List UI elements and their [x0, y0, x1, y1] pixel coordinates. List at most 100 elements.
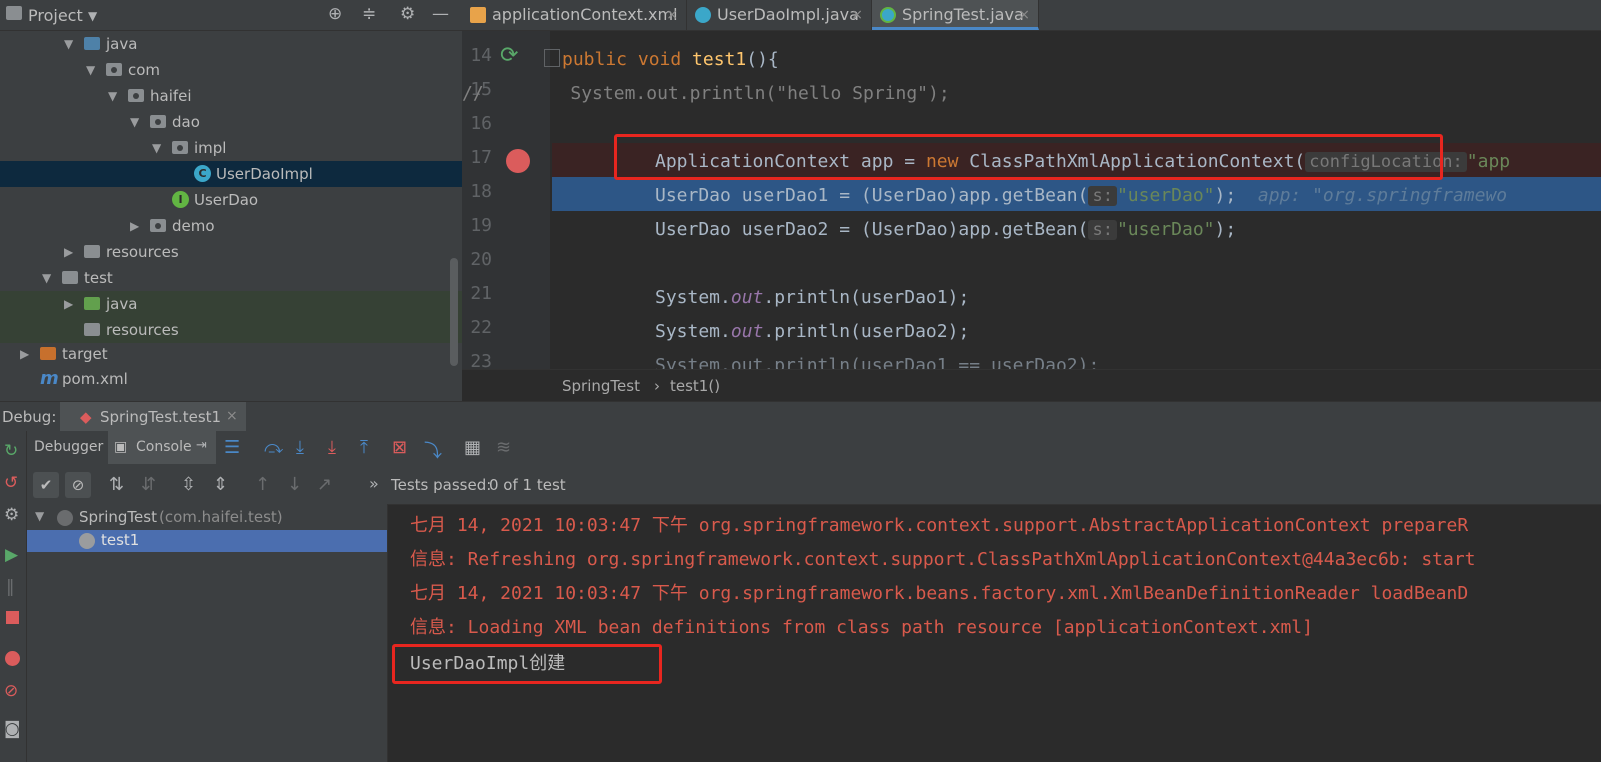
- tree-item-label: demo: [172, 217, 215, 235]
- step-over-icon[interactable]: ⤼: [264, 437, 283, 458]
- expand-arrow-icon[interactable]: ▼: [152, 135, 161, 161]
- debug-actions-strip: ↻ ↺ ⚙ ▶ ‖ ⊘ ◙: [0, 431, 27, 762]
- expand-arrow-icon[interactable]: ▼: [42, 265, 51, 291]
- code-editor[interactable]: 14 15 16 17 18 19 20 21 22 23 ⟳ public v…: [462, 31, 1601, 369]
- expand-arrow-icon[interactable]: ▶: [20, 341, 29, 367]
- minimize-icon[interactable]: —: [432, 4, 449, 24]
- run-to-cursor-icon[interactable]: ⤵: [424, 437, 442, 463]
- resume-icon[interactable]: ▶: [5, 545, 18, 565]
- stop-icon[interactable]: [6, 611, 19, 624]
- line-number: 22: [470, 317, 492, 338]
- expand-arrow-icon[interactable]: ▼: [108, 83, 117, 109]
- folder-gray-icon: [62, 271, 78, 284]
- package-icon: [128, 89, 144, 102]
- test-row-test1[interactable]: test1: [27, 530, 387, 552]
- tree-item-haifei[interactable]: ▼ haifei: [0, 83, 462, 109]
- chevron-down-icon[interactable]: ▼: [88, 9, 97, 23]
- close-icon[interactable]: ×: [666, 0, 678, 30]
- tree-item-test-java[interactable]: ▶ java: [0, 291, 462, 317]
- editor-tab-bar: applicationContext.xml × UserDaoImpl.jav…: [462, 0, 1601, 31]
- tree-item-label: impl: [194, 139, 227, 157]
- test-suite-row[interactable]: ▼ SpringTest (com.haifei.test): [27, 506, 387, 530]
- code-line-19: UserDao userDao2 = (UserDao)app.getBean(…: [655, 219, 1237, 240]
- tab-springtest-java[interactable]: SpringTest.java ×: [872, 0, 1039, 30]
- console-output[interactable]: 七月 14, 2021 10:03:47 下午 org.springframew…: [388, 505, 1601, 762]
- expand-arrow-icon[interactable]: ▼: [130, 109, 139, 135]
- tree-item-userdaoimpl[interactable]: C UserDaoImpl: [0, 161, 462, 187]
- tree-item-demo[interactable]: ▶ demo: [0, 213, 462, 239]
- force-step-into-icon[interactable]: ⤓: [328, 437, 336, 458]
- project-title[interactable]: Project: [28, 6, 83, 25]
- tab-debugger[interactable]: Debugger: [34, 439, 103, 455]
- tree-item-dao[interactable]: ▼ dao: [0, 109, 462, 135]
- tab-userdaoimpl-java[interactable]: UserDaoImpl.java ×: [687, 0, 872, 30]
- show-passed-icon[interactable]: ✔: [33, 472, 59, 498]
- project-icon: [6, 6, 22, 20]
- collapse-all-icon[interactable]: ⇕: [213, 474, 228, 495]
- tree-item-pom[interactable]: m pom.xml: [0, 366, 462, 392]
- step-into-icon[interactable]: ⤓: [296, 437, 304, 458]
- expand-arrow-icon[interactable]: ▶: [130, 213, 139, 239]
- breadcrumb-method[interactable]: test1(): [670, 377, 720, 395]
- close-icon[interactable]: ×: [1018, 0, 1030, 30]
- pause-icon[interactable]: ‖: [6, 577, 15, 597]
- tree-item-userdao[interactable]: I UserDao: [0, 187, 462, 213]
- fold-marker-icon[interactable]: [544, 49, 560, 67]
- tree-item-test-resources[interactable]: resources: [0, 317, 462, 343]
- more-chevron[interactable]: »: [369, 474, 379, 493]
- tree-item-resources[interactable]: ▶ resources: [0, 239, 462, 265]
- line-number: 23: [470, 351, 492, 369]
- camera-icon[interactable]: ◙: [4, 719, 21, 739]
- close-icon[interactable]: ×: [226, 408, 238, 424]
- rerun-failed-icon[interactable]: ↺: [4, 473, 18, 493]
- expand-arrow-icon[interactable]: ▶: [64, 291, 73, 317]
- trace-icon[interactable]: ≋: [496, 437, 511, 458]
- prev-failed-icon[interactable]: ↑: [255, 474, 270, 495]
- chevron-down-icon[interactable]: ▼: [35, 509, 44, 523]
- line-number: 20: [470, 249, 492, 270]
- sort-duration-icon[interactable]: ⇵: [141, 474, 156, 495]
- expand-arrow-icon[interactable]: ▶: [64, 239, 73, 265]
- rerun-icon[interactable]: ↻: [4, 441, 18, 461]
- tree-item-java[interactable]: ▼ java: [0, 31, 462, 57]
- step-out-icon[interactable]: ⤒: [360, 437, 368, 458]
- tab-label: applicationContext.xml: [492, 5, 678, 24]
- tree-item-label: UserDao: [194, 191, 259, 209]
- breadcrumb-class[interactable]: SpringTest: [562, 377, 640, 395]
- expand-arrow-icon[interactable]: ▼: [64, 31, 73, 57]
- tree-item-target[interactable]: ▶ target: [0, 341, 462, 367]
- suite-package: (com.haifei.test): [159, 508, 283, 526]
- sort-alpha-icon[interactable]: ⇅: [109, 474, 124, 495]
- line-number: 17: [470, 147, 492, 168]
- tree-item-label: java: [106, 35, 138, 53]
- close-icon[interactable]: ×: [851, 0, 863, 30]
- breakpoint-icon[interactable]: [506, 149, 530, 173]
- project-scrollbar[interactable]: [450, 258, 458, 366]
- tree-item-test[interactable]: ▼ test: [0, 265, 462, 291]
- locate-icon[interactable]: ⊕: [328, 4, 342, 24]
- pin-tab-icon[interactable]: ⇥: [196, 438, 207, 453]
- tree-item-com[interactable]: ▼ com: [0, 57, 462, 83]
- tree-item-label: target: [62, 345, 108, 363]
- tab-console[interactable]: Console: [136, 439, 192, 455]
- mute-breakpoints-icon[interactable]: ⊘: [4, 681, 18, 701]
- drop-frame-icon[interactable]: ⊠: [392, 437, 407, 458]
- run-test-icon[interactable]: ⟳: [500, 43, 518, 68]
- tree-item-label: java: [106, 295, 138, 313]
- gear-icon[interactable]: ⚙: [400, 4, 415, 24]
- next-failed-icon[interactable]: ↓: [287, 474, 302, 495]
- debug-session-name[interactable]: SpringTest.test1: [100, 408, 221, 426]
- menu-icon[interactable]: ☰: [224, 437, 240, 458]
- export-icon[interactable]: ↗: [317, 474, 332, 495]
- show-ignored-icon[interactable]: ⊘: [65, 472, 91, 498]
- tree-item-impl[interactable]: ▼ impl: [0, 135, 462, 161]
- tab-label: UserDaoImpl.java: [717, 5, 859, 24]
- expand-all-icon[interactable]: ⇳: [181, 474, 196, 495]
- tab-applicationcontext-xml[interactable]: applicationContext.xml ×: [462, 0, 687, 30]
- evaluate-expression-icon[interactable]: ▦: [464, 437, 481, 458]
- expand-arrow-icon[interactable]: ▼: [86, 57, 95, 83]
- interface-icon: I: [172, 191, 189, 208]
- collapse-all-icon[interactable]: ≑: [362, 4, 376, 24]
- view-breakpoints-icon[interactable]: [5, 651, 20, 666]
- settings-icon[interactable]: ⚙: [4, 505, 19, 525]
